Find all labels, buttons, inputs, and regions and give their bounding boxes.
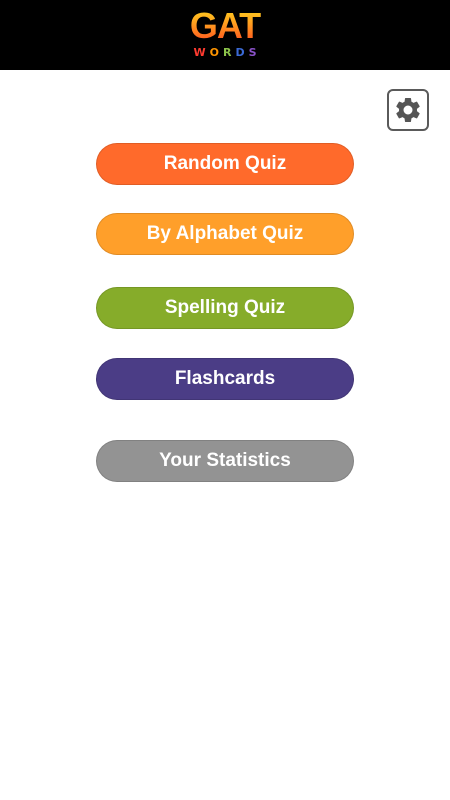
app-logo: GAT WORDS: [180, 8, 270, 64]
flashcards-button[interactable]: Flashcards: [96, 358, 354, 400]
logo-subtitle: WORDS: [180, 46, 270, 59]
logo-letter: O: [209, 46, 223, 59]
settings-button[interactable]: [387, 89, 429, 131]
gear-icon: [396, 97, 420, 122]
logo-letter: W: [193, 46, 210, 59]
alphabet-quiz-button[interactable]: By Alphabet Quiz: [96, 213, 354, 255]
logo-title: GAT: [180, 8, 270, 44]
logo-letter: S: [248, 46, 261, 59]
random-quiz-button[interactable]: Random Quiz: [96, 143, 354, 185]
spelling-quiz-button[interactable]: Spelling Quiz: [96, 287, 354, 329]
logo-letter: D: [235, 46, 249, 59]
top-bar: GAT WORDS: [0, 0, 450, 70]
statistics-button[interactable]: Your Statistics: [96, 440, 354, 482]
logo-letter: R: [222, 46, 236, 59]
